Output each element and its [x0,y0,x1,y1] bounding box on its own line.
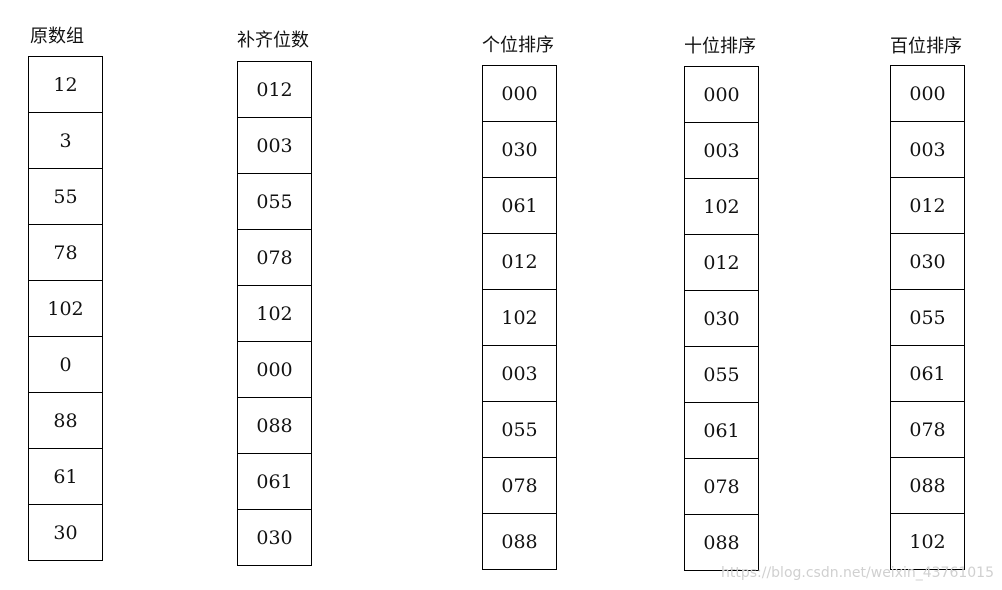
array-cell: 012 [684,234,759,291]
array-cell: 055 [237,173,312,230]
array-cell: 055 [890,289,965,346]
array-cell: 061 [237,453,312,510]
array-cells: 000 030 061 012 102 003 055 078 088 [482,65,557,570]
column-title: 百位排序 [890,36,962,57]
array-cell: 078 [482,457,557,514]
array-cell: 003 [684,122,759,179]
array-cell: 003 [237,117,312,174]
array-cell: 003 [890,121,965,178]
array-cell: 012 [890,177,965,234]
watermark: https://blog.csdn.net/weixin_43761015 [720,565,994,581]
array-cell: 000 [482,65,557,122]
array-cell: 000 [890,65,965,122]
array-cell: 055 [482,401,557,458]
array-cell: 061 [684,402,759,459]
column-title: 十位排序 [684,36,756,57]
column-title: 个位排序 [482,35,554,56]
array-cell: 030 [237,509,312,566]
array-cell: 055 [684,346,759,403]
array-cell: 000 [684,66,759,123]
array-cell: 102 [482,289,557,346]
array-cell: 61 [28,448,103,505]
array-cell: 102 [684,178,759,235]
array-cells: 000 003 012 030 055 061 078 088 102 [890,65,965,570]
array-cell: 030 [890,233,965,290]
column-title: 补齐位数 [237,30,309,51]
array-cell: 30 [28,504,103,561]
array-cell: 061 [482,177,557,234]
array-cell: 088 [890,457,965,514]
array-cell: 078 [684,458,759,515]
array-cell: 030 [684,290,759,347]
array-cell: 088 [237,397,312,454]
array-cell: 012 [482,233,557,290]
array-cell: 78 [28,224,103,281]
array-cells: 012 003 055 078 102 000 088 061 030 [237,61,312,566]
array-cell: 000 [237,341,312,398]
array-cell: 088 [684,514,759,571]
array-cell: 102 [28,280,103,337]
array-cell: 061 [890,345,965,402]
array-cell: 003 [482,345,557,402]
array-cell: 078 [890,401,965,458]
array-cell: 102 [237,285,312,342]
column-title: 原数组 [30,26,84,47]
array-cell: 0 [28,336,103,393]
array-cell: 55 [28,168,103,225]
array-cell: 030 [482,121,557,178]
array-cell: 012 [237,61,312,118]
array-cell: 3 [28,112,103,169]
array-cell: 102 [890,513,965,570]
array-cell: 88 [28,392,103,449]
array-cells: 12 3 55 78 102 0 88 61 30 [28,56,103,561]
array-cell: 088 [482,513,557,570]
array-cells: 000 003 102 012 030 055 061 078 088 [684,66,759,571]
array-cell: 078 [237,229,312,286]
array-cell: 12 [28,56,103,113]
